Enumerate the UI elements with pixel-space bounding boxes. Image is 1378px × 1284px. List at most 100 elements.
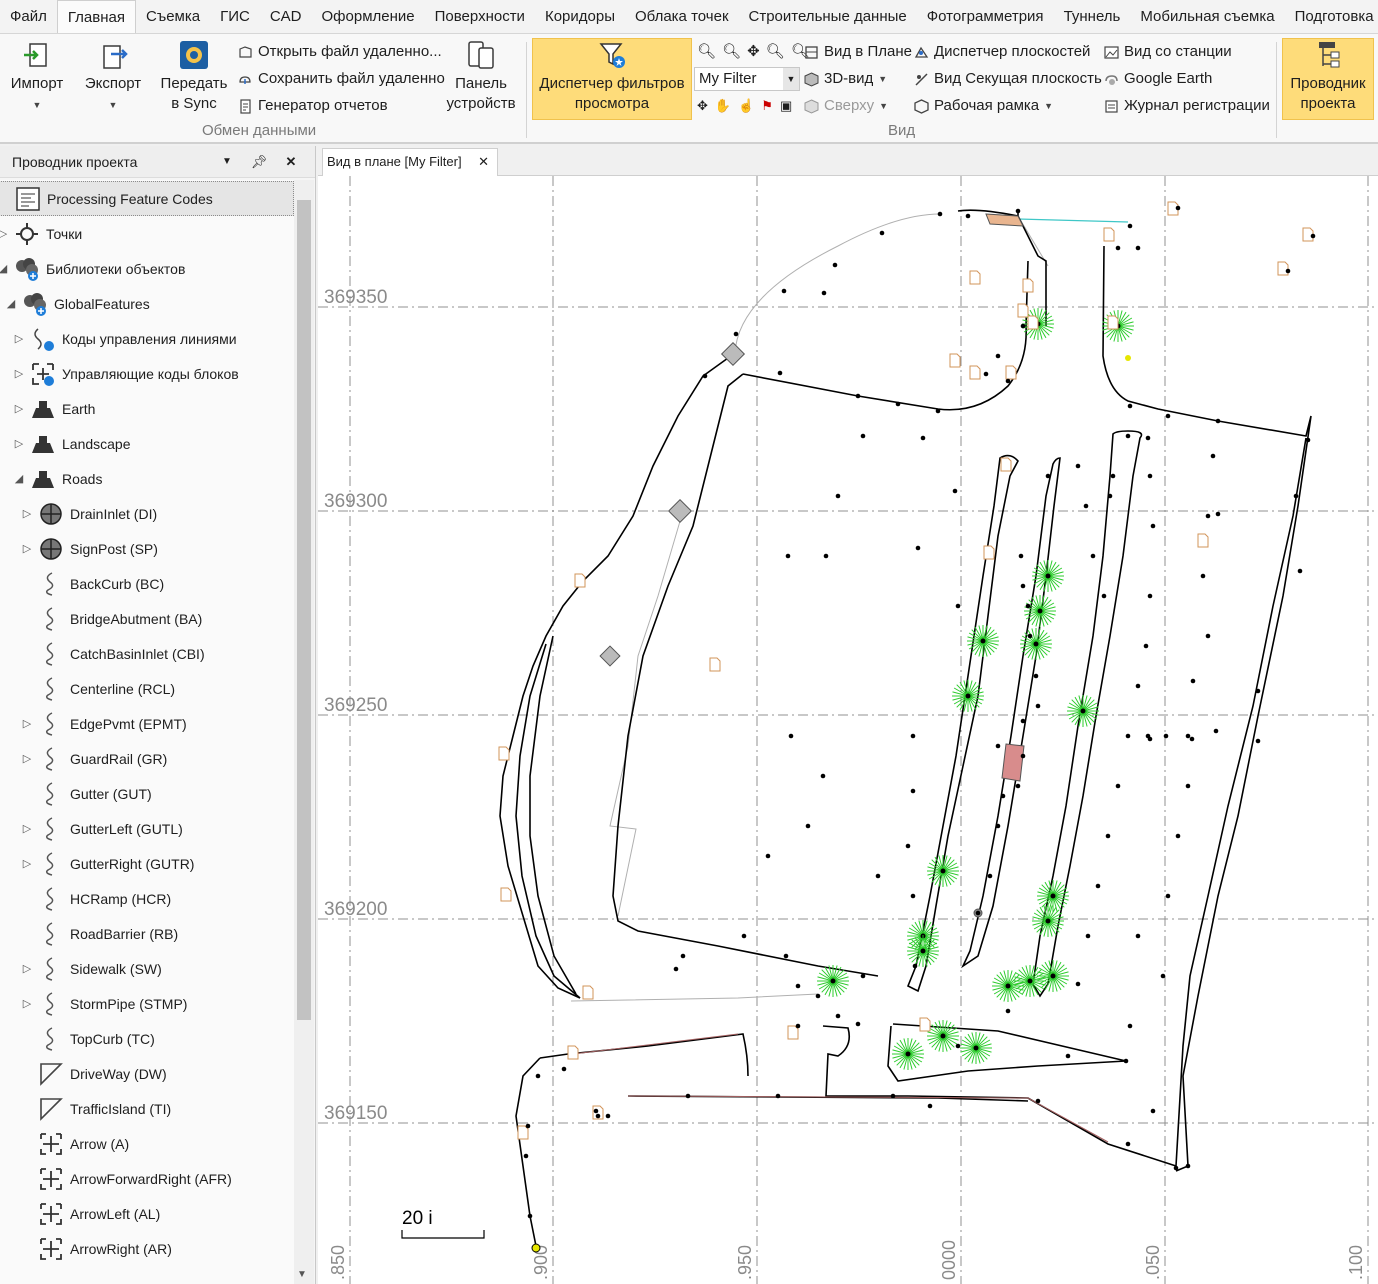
section-plane-button[interactable]: Вид Секущая плоскость — [914, 67, 1102, 91]
survey-point[interactable] — [910, 788, 916, 794]
survey-point[interactable] — [1210, 453, 1216, 459]
zoom-window-icon[interactable]: 🔍︎ — [766, 40, 785, 64]
tree-item[interactable]: ▷ EdgePvmt (EPMT) — [20, 706, 187, 741]
tree-item[interactable]: BridgeAbutment (BA) — [20, 601, 202, 636]
menu-tab[interactable]: Съемка — [136, 0, 210, 33]
tree-item[interactable]: ArrowRight (AR) — [20, 1231, 172, 1266]
survey-point[interactable] — [1020, 753, 1026, 759]
survey-point[interactable] — [595, 1113, 601, 1119]
scroll-down-icon[interactable]: ▼ — [297, 1269, 307, 1280]
survey-point[interactable] — [1127, 1023, 1133, 1029]
tab-close-icon[interactable]: ✕ — [478, 149, 489, 175]
screen-icon[interactable]: ▣ — [780, 94, 792, 118]
survey-point[interactable] — [781, 288, 787, 294]
tree-item[interactable]: ▷ GutterRight (GUTR) — [20, 846, 194, 881]
survey-point[interactable] — [952, 488, 958, 494]
survey-point[interactable] — [1027, 633, 1033, 639]
survey-point[interactable] — [1175, 205, 1181, 211]
survey-point[interactable] — [1160, 973, 1166, 979]
move-icon[interactable]: ✥ — [697, 94, 708, 118]
survey-point[interactable] — [910, 733, 916, 739]
survey-point[interactable] — [1165, 413, 1171, 419]
survey-point[interactable] — [1020, 323, 1026, 329]
survey-point[interactable] — [955, 1043, 961, 1049]
survey-point[interactable] — [1115, 783, 1121, 789]
survey-point[interactable] — [1175, 833, 1181, 839]
tree-item[interactable]: ◢ Библиотеки объектов — [0, 251, 185, 286]
survey-point[interactable] — [1090, 553, 1096, 559]
survey-point[interactable] — [821, 290, 827, 296]
collapse-arrow-icon[interactable]: ◢ — [0, 262, 10, 275]
close-icon[interactable]: ✕ — [282, 146, 300, 178]
expand-arrow-icon[interactable]: ▷ — [20, 542, 34, 555]
expand-arrow-icon[interactable]: ▷ — [12, 332, 26, 345]
survey-point[interactable] — [1213, 728, 1219, 734]
survey-point[interactable] — [1205, 633, 1211, 639]
survey-point[interactable] — [1035, 703, 1041, 709]
survey-point[interactable] — [1015, 783, 1021, 789]
survey-point[interactable] — [783, 953, 789, 959]
survey-point[interactable] — [895, 401, 901, 407]
menu-tab[interactable]: Туннель — [1054, 0, 1131, 33]
survey-point[interactable] — [1123, 1058, 1129, 1064]
menu-tab[interactable]: Мобильная съемка — [1130, 0, 1284, 33]
survey-point[interactable] — [995, 823, 1001, 829]
survey-point[interactable] — [1205, 513, 1211, 519]
survey-point[interactable] — [1150, 1108, 1156, 1114]
plan-view-canvas[interactable]: 369350 369300 369250 369200 369150 .850.900.… — [318, 176, 1378, 1284]
menu-tab[interactable]: Оформление — [312, 0, 425, 33]
survey-point[interactable] — [805, 823, 811, 829]
expand-arrow-icon[interactable]: ▷ — [12, 367, 26, 380]
menu-tab[interactable]: Строительные данные — [739, 0, 917, 33]
tree-item[interactable]: ▷ SignPost (SP) — [20, 531, 158, 566]
report-generator-button[interactable]: Генератор отчетов — [238, 94, 388, 118]
tree-item[interactable]: Processing Feature Codes — [0, 181, 294, 216]
survey-point[interactable] — [1005, 1008, 1011, 1014]
project-explorer-button[interactable]: Проводник проекта — [1284, 40, 1372, 114]
tree-item[interactable]: ▷ DrainInlet (DI) — [20, 496, 157, 531]
survey-point[interactable] — [788, 733, 794, 739]
device-panel-button[interactable]: Панель устройств — [442, 40, 520, 114]
tree-item[interactable]: ArrowForwardRight (AFR) — [20, 1161, 232, 1196]
survey-point[interactable] — [1018, 553, 1024, 559]
survey-point[interactable] — [1135, 245, 1141, 251]
3d-view-button[interactable]: 3D-вид ▼ — [804, 67, 887, 91]
survey-point[interactable] — [1145, 435, 1151, 441]
filter-select[interactable]: My Filter ▼ — [694, 67, 800, 91]
tree-item[interactable]: Arrow (A) — [20, 1126, 129, 1161]
tree-item[interactable]: ▷ GutterLeft (GUTL) — [20, 811, 183, 846]
export-button[interactable]: Экспорт ▼ — [82, 40, 144, 115]
survey-point[interactable] — [785, 553, 791, 559]
survey-point[interactable] — [910, 893, 916, 899]
tab-plan-view[interactable]: Вид в плане [My Filter] ✕ — [322, 148, 498, 176]
survey-point[interactable] — [561, 1066, 567, 1072]
survey-point[interactable] — [1163, 733, 1169, 739]
plan-view-button[interactable]: Вид в Плане — [804, 40, 912, 64]
survey-point[interactable] — [1293, 493, 1299, 499]
explorer-dropdown-icon[interactable]: ▼ — [218, 146, 236, 178]
survey-point[interactable] — [815, 993, 821, 999]
menu-tab[interactable]: CAD — [260, 0, 312, 33]
expand-arrow-icon[interactable]: ▷ — [20, 752, 34, 765]
survey-point[interactable] — [927, 1103, 933, 1109]
view-filter-manager-button[interactable]: Диспетчер фильтров просмотра — [536, 40, 688, 114]
survey-point[interactable] — [1083, 503, 1089, 509]
survey-point[interactable] — [702, 373, 708, 379]
survey-point[interactable] — [835, 1013, 841, 1019]
tree-item[interactable]: Gutter (GUT) — [20, 776, 152, 811]
tree-item[interactable]: CatchBasinInlet (CBI) — [20, 636, 205, 671]
tree-item[interactable]: ◢ Roads — [12, 461, 102, 496]
survey-point[interactable] — [995, 743, 1001, 749]
survey-point[interactable] — [1185, 733, 1191, 739]
survey-point[interactable] — [777, 370, 783, 376]
survey-point[interactable] — [832, 262, 838, 268]
menu-tab[interactable]: Фотограмметрия — [917, 0, 1054, 33]
survey-point[interactable] — [1297, 568, 1303, 574]
tree-scrollbar[interactable]: ▼ — [294, 180, 314, 1284]
survey-point[interactable] — [795, 1023, 801, 1029]
menu-tab[interactable]: Главная — [56, 0, 136, 33]
tree-item[interactable]: ▷ Управляющие коды блоков — [12, 356, 239, 391]
survey-point[interactable] — [835, 493, 841, 499]
survey-point[interactable] — [1147, 473, 1153, 479]
expand-arrow-icon[interactable]: ▷ — [20, 997, 34, 1010]
